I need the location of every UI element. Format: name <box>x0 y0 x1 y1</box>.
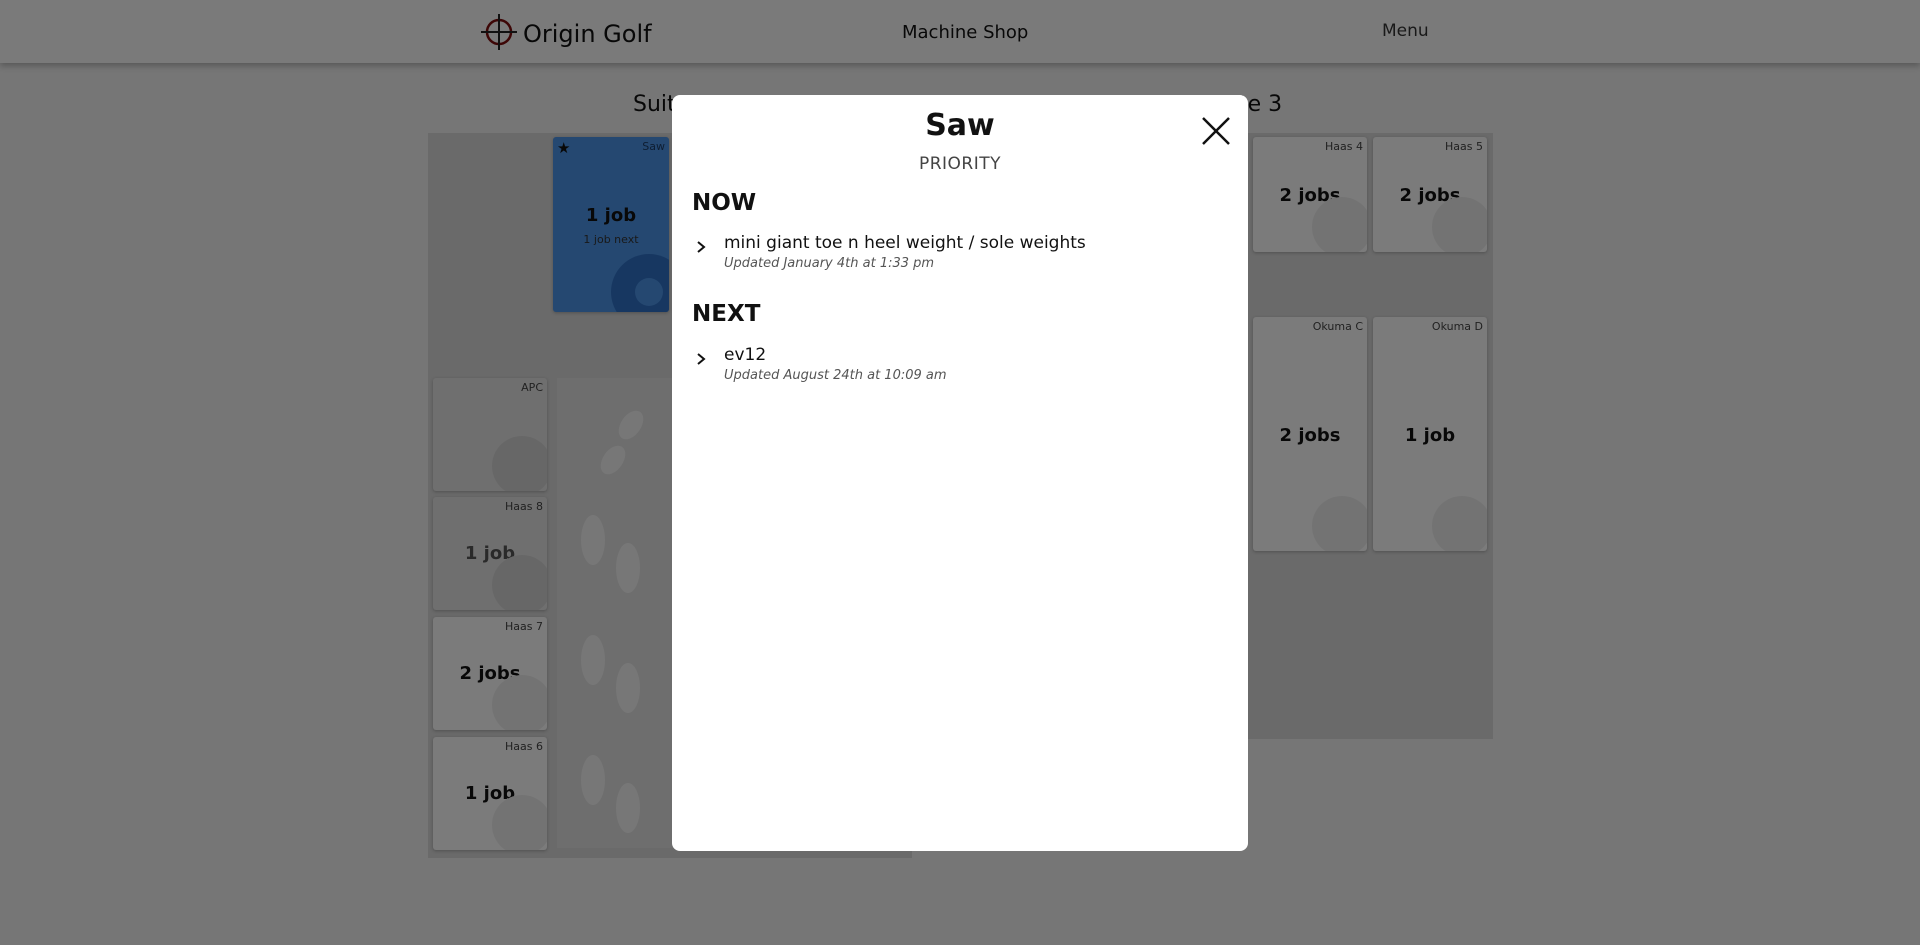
job-title: mini giant toe n heel weight / sole weig… <box>724 233 1086 253</box>
section-heading-now: NOW <box>692 190 757 216</box>
modal-subtitle: PRIORITY <box>918 154 1002 174</box>
job-item[interactable]: mini giant toe n heel weight / sole weig… <box>692 233 1212 277</box>
section-heading-next: NEXT <box>692 301 761 327</box>
close-button[interactable] <box>1200 115 1232 147</box>
job-title: ev12 <box>724 345 767 365</box>
job-updated: Updated August 24th at 10:09 am <box>724 368 947 383</box>
close-icon <box>1202 117 1230 145</box>
chevron-right-icon <box>697 241 706 253</box>
job-updated: Updated January 4th at 1:33 pm <box>724 256 935 271</box>
job-item[interactable]: ev12 Updated August 24th at 10:09 am <box>692 345 1212 389</box>
modal-title: Saw <box>925 108 995 143</box>
priority-modal: Saw PRIORITY NOW mini giant toe n heel w… <box>672 95 1248 851</box>
chevron-right-icon <box>697 353 706 365</box>
